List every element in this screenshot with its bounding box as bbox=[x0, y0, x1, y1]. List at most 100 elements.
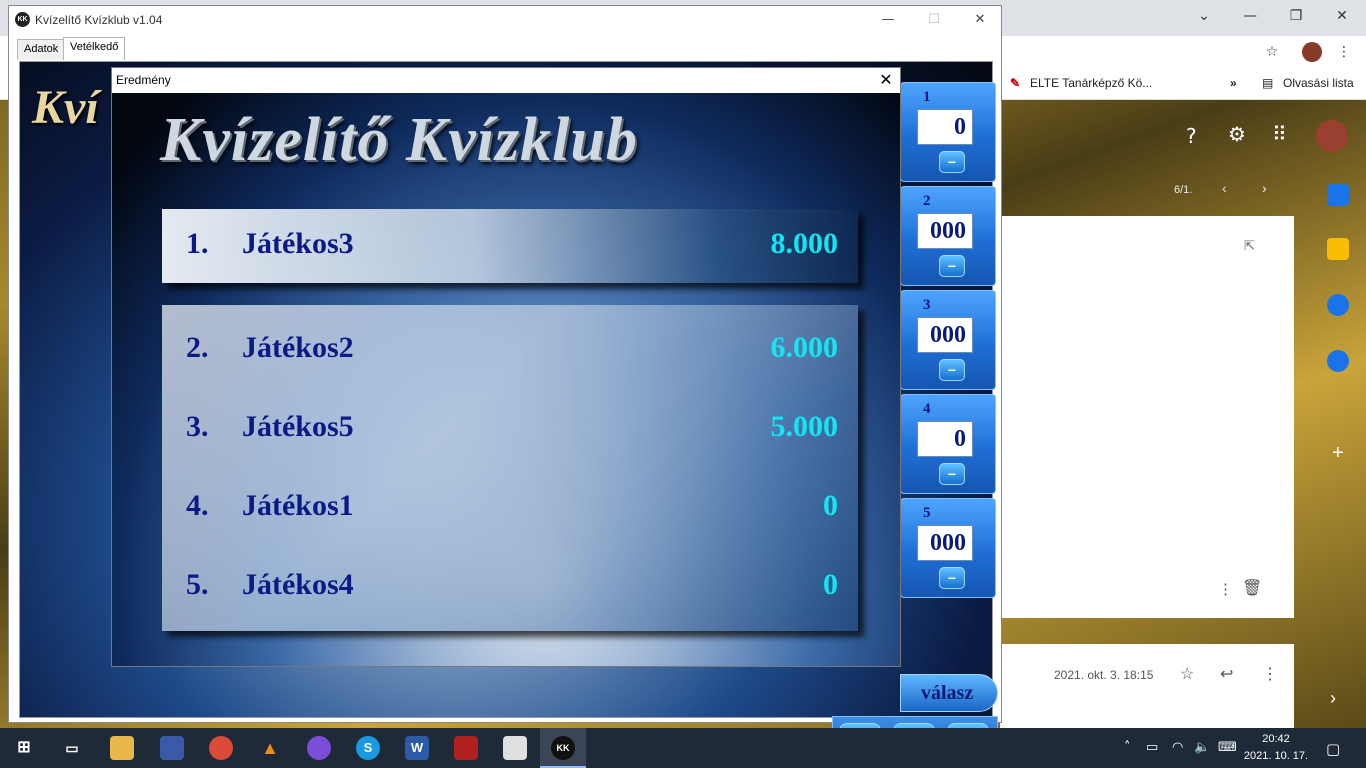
expand-panel-icon[interactable]: › bbox=[1330, 688, 1336, 709]
volume-icon[interactable]: 🔈 bbox=[1194, 740, 1210, 755]
add-addon-icon[interactable]: + bbox=[1332, 442, 1344, 465]
player-name: Játékos5 bbox=[242, 410, 354, 443]
tab-adatok[interactable]: Adatok bbox=[17, 39, 66, 60]
quiz-app-taskbar-icon[interactable]: KK bbox=[551, 736, 575, 760]
close-icon[interactable]: ✕ bbox=[1332, 6, 1352, 26]
paint-app-icon[interactable] bbox=[503, 736, 527, 760]
clock-date: 2021. 10. 17. bbox=[1243, 750, 1309, 762]
minus-button[interactable]: − bbox=[939, 359, 965, 381]
rank: 3. bbox=[186, 410, 209, 443]
player-panel-3: 3 000 − bbox=[900, 290, 996, 390]
task-view-icon[interactable]: ▭ bbox=[60, 736, 84, 760]
open-new-window-icon[interactable]: ⇱ bbox=[1244, 238, 1255, 254]
help-icon[interactable]: ? bbox=[1186, 124, 1197, 148]
viber-icon[interactable] bbox=[307, 736, 331, 760]
show-hidden-icons-icon[interactable]: ˄ bbox=[1124, 740, 1131, 755]
puzzle-app-icon[interactable] bbox=[454, 736, 478, 760]
minimize-icon[interactable]: — bbox=[1240, 6, 1260, 26]
file-explorer-icon[interactable] bbox=[110, 736, 134, 760]
player-panel-5: 5 000 − bbox=[900, 498, 996, 598]
player-name: Játékos3 bbox=[242, 227, 354, 260]
app-close-icon[interactable]: ✕ bbox=[965, 10, 995, 30]
save-disk-icon[interactable] bbox=[160, 736, 184, 760]
dialog-heading: Kvízelítő Kvízklub bbox=[160, 106, 638, 174]
word-icon[interactable]: W bbox=[405, 736, 429, 760]
apps-grid-icon[interactable]: ⠿ bbox=[1272, 122, 1287, 146]
player-name: Játékos4 bbox=[242, 568, 354, 601]
bookmarks-overflow-button[interactable]: » bbox=[1230, 76, 1237, 90]
vlc-icon[interactable]: ▲ bbox=[258, 736, 282, 760]
player-score: 8.000 bbox=[770, 227, 839, 260]
gmail-topbar: ? ⚙ ⠿ bbox=[1000, 100, 1366, 170]
reading-list-icon: ▤ bbox=[1262, 76, 1274, 90]
bookmark-elte[interactable]: ELTE Tanárképző Kö... bbox=[1030, 76, 1152, 90]
more-options-icon[interactable]: ⋮ bbox=[1218, 580, 1233, 598]
result-row: 5. Játékos4 0 bbox=[186, 568, 838, 608]
email-date: 2021. okt. 3. 18:15 bbox=[1054, 668, 1154, 682]
wifi-icon[interactable]: ◠ bbox=[1172, 740, 1183, 755]
prev-icon[interactable]: ‹ bbox=[1222, 180, 1227, 196]
chrome-icon[interactable] bbox=[209, 736, 233, 760]
app-maximize-icon[interactable]: ☐ bbox=[919, 10, 949, 30]
result-dialog: Eredmény ✕ Kvízelítő Kvízklub 1. Játékos… bbox=[111, 67, 901, 667]
app-title: Kvízelítő Kvízklub v1.04 bbox=[35, 13, 163, 27]
results-list: 2. Játékos2 6.000 3. Játékos5 5.000 4. J… bbox=[162, 305, 858, 631]
result-row: 2. Játékos2 6.000 bbox=[186, 331, 838, 371]
player-name: Játékos2 bbox=[242, 331, 354, 364]
board-logo: Kví bbox=[32, 81, 99, 134]
elte-bookmark-icon: ✎ bbox=[1010, 76, 1021, 90]
bookmark-star-icon[interactable]: ☆ bbox=[1262, 42, 1282, 62]
notifications-icon[interactable]: ▢ bbox=[1326, 740, 1340, 758]
player-name: Játékos1 bbox=[242, 489, 354, 522]
contacts-icon[interactable] bbox=[1327, 350, 1349, 372]
tab-vetelkedo[interactable]: Vetélkedő bbox=[63, 37, 126, 60]
result-row-winner: 1. Játékos3 8.000 bbox=[186, 227, 838, 267]
star-icon[interactable]: ☆ bbox=[1180, 664, 1194, 684]
dialog-body: Kvízelítő Kvízklub 1. Játékos3 8.000 2. … bbox=[112, 93, 900, 666]
side-panel-rail: + bbox=[1310, 176, 1366, 496]
clock[interactable]: 20:42 2021. 10. 17. bbox=[1240, 731, 1312, 765]
settings-gear-icon[interactable]: ⚙ bbox=[1228, 122, 1246, 146]
rank: 2. bbox=[186, 331, 209, 364]
minus-button[interactable]: − bbox=[939, 255, 965, 277]
trash-icon[interactable]: 🗑 bbox=[1242, 578, 1262, 598]
start-windows-icon[interactable]: ⊞ bbox=[12, 736, 36, 760]
app-minimize-icon[interactable]: — bbox=[873, 10, 903, 30]
minus-button[interactable]: − bbox=[939, 463, 965, 485]
player-number: 1 bbox=[923, 89, 931, 105]
minus-button[interactable]: − bbox=[939, 567, 965, 589]
tab-search-icon[interactable]: ⌄ bbox=[1194, 6, 1214, 26]
player-score: 5.000 bbox=[770, 410, 839, 443]
email-panel: ⇱ ⋮ 🗑 bbox=[1000, 216, 1294, 618]
taskbar: ⊞ ▭ ▲ S W KK ˄ ▭ ◠ 🔈 ⌨ 20:42 2021. 10. 1… bbox=[0, 728, 1366, 768]
player-panel-2: 2 000 − bbox=[900, 186, 996, 286]
minus-button[interactable]: − bbox=[939, 151, 965, 173]
reply-icon[interactable]: ↩ bbox=[1220, 664, 1233, 684]
rank: 1. bbox=[186, 227, 209, 260]
player-number: 5 bbox=[923, 505, 931, 521]
player-score: 000 bbox=[917, 525, 973, 561]
pager-text: 6/1. bbox=[1174, 184, 1193, 196]
calendar-icon[interactable] bbox=[1327, 184, 1349, 206]
more-icon[interactable]: ⋮ bbox=[1262, 664, 1278, 684]
player-score: 000 bbox=[917, 317, 973, 353]
restore-icon[interactable]: ❐ bbox=[1286, 6, 1306, 26]
player-panel-1: 1 0 − bbox=[900, 82, 996, 182]
language-icon[interactable]: ⌨ bbox=[1218, 740, 1237, 755]
keep-icon[interactable] bbox=[1327, 238, 1349, 260]
tasks-icon[interactable] bbox=[1327, 294, 1349, 316]
rank: 5. bbox=[186, 568, 209, 601]
player-score: 0 bbox=[823, 568, 838, 601]
player-number: 3 bbox=[923, 297, 931, 313]
dialog-close-icon[interactable]: ✕ bbox=[876, 70, 896, 90]
player-panel-4: 4 0 − bbox=[900, 394, 996, 494]
skype-icon[interactable]: S bbox=[356, 736, 380, 760]
profile-avatar[interactable] bbox=[1302, 42, 1322, 62]
reading-list-button[interactable]: Olvasási lista bbox=[1283, 76, 1354, 90]
account-avatar[interactable] bbox=[1316, 120, 1348, 152]
battery-icon[interactable]: ▭ bbox=[1146, 740, 1158, 755]
app-titlebar: KK Kvízelítő Kvízklub v1.04 — ☐ ✕ bbox=[9, 6, 1001, 34]
answer-button[interactable]: válasz bbox=[900, 674, 998, 712]
next-icon[interactable]: › bbox=[1262, 180, 1267, 196]
menu-icon[interactable]: ⋮ bbox=[1334, 42, 1354, 62]
